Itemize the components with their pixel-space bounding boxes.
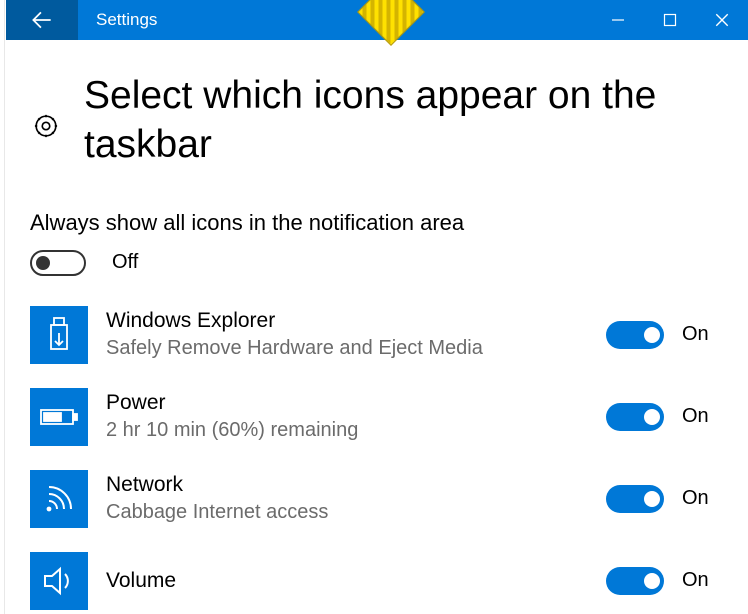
item-toggle[interactable]: [606, 403, 664, 431]
back-arrow-icon: [29, 7, 55, 33]
item-title: Volume: [106, 568, 606, 593]
icon-list: Windows Explorer Safely Remove Hardware …: [30, 306, 724, 610]
item-title: Power: [106, 390, 606, 415]
close-icon: [714, 12, 730, 28]
item-state: On: [664, 569, 724, 592]
page-title: Select which icons appear on the taskbar: [84, 72, 724, 170]
battery-icon: [30, 388, 88, 446]
titlebar: Settings: [6, 0, 748, 40]
list-item: Windows Explorer Safely Remove Hardware …: [30, 306, 724, 364]
wifi-icon: [30, 470, 88, 528]
always-show-state: Off: [112, 251, 138, 274]
item-toggle[interactable]: [606, 485, 664, 513]
gear-icon: [30, 112, 62, 140]
item-title: Network: [106, 472, 606, 497]
item-state: On: [664, 323, 724, 346]
window-title: Settings: [78, 0, 157, 40]
item-subtitle: 2 hr 10 min (60%) remaining: [106, 417, 606, 443]
maximize-button[interactable]: [644, 0, 696, 40]
list-item: Volume On: [30, 552, 724, 610]
usb-eject-icon: [30, 306, 88, 364]
item-state: On: [664, 405, 724, 428]
volume-icon: [30, 552, 88, 610]
item-toggle[interactable]: [606, 321, 664, 349]
close-button[interactable]: [696, 0, 748, 40]
back-button[interactable]: [6, 0, 78, 40]
always-show-toggle[interactable]: [30, 250, 86, 276]
minimize-icon: [611, 13, 625, 27]
item-state: On: [664, 487, 724, 510]
item-toggle[interactable]: [606, 567, 664, 595]
list-item: Power 2 hr 10 min (60%) remaining On: [30, 388, 724, 446]
minimize-button[interactable]: [592, 0, 644, 40]
item-subtitle: Safely Remove Hardware and Eject Media: [106, 335, 606, 361]
item-subtitle: Cabbage Internet access: [106, 499, 606, 525]
master-toggle-label: Always show all icons in the notificatio…: [30, 210, 724, 236]
item-title: Windows Explorer: [106, 308, 606, 333]
maximize-icon: [663, 13, 677, 27]
list-item: Network Cabbage Internet access On: [30, 470, 724, 528]
